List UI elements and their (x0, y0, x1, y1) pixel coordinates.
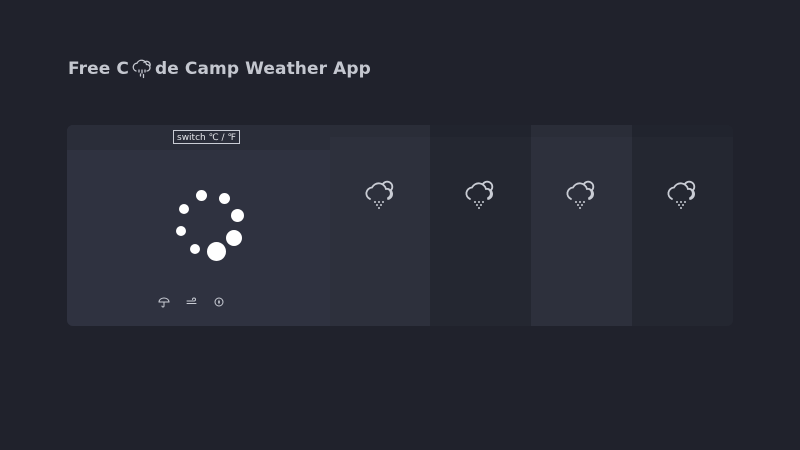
forecast-day-header (430, 125, 532, 137)
spinner-dot (190, 244, 200, 254)
spinner-dot (196, 190, 207, 201)
forecast-day-header (329, 125, 431, 137)
app-title-suffix: de Camp Weather App (154, 59, 371, 79)
rain-cloud-icon (132, 59, 151, 79)
spinner-dot (226, 230, 242, 246)
forecast-day-1 (329, 125, 431, 326)
forecast-day-header (531, 125, 633, 137)
rain-cloud-icon (667, 180, 696, 209)
compass-icon (214, 297, 224, 307)
umbrella-icon (158, 297, 170, 308)
loading-spinner-icon (170, 185, 250, 265)
rain-cloud-icon (466, 180, 494, 209)
weather-app-page: Free C de Camp Weather App switch ℃ / ℉ (0, 0, 800, 450)
spinner-dot (179, 204, 189, 214)
unit-switch-button[interactable]: switch ℃ / ℉ (173, 130, 241, 144)
forecast-day-2 (430, 125, 532, 326)
forecast-day-3 (531, 125, 633, 326)
spinner-dot (219, 193, 230, 204)
spinner-dot (176, 226, 186, 236)
spinner-dot (207, 242, 226, 261)
spinner-dot (231, 209, 244, 222)
wind-icon (186, 297, 197, 304)
rain-cloud-icon (365, 180, 393, 209)
forecast-day-4 (632, 125, 733, 326)
app-title-prefix: Free C (68, 59, 129, 79)
rain-cloud-icon (566, 180, 595, 209)
app-title: Free C de Camp Weather App (68, 56, 371, 82)
forecast-day-header (632, 125, 733, 137)
